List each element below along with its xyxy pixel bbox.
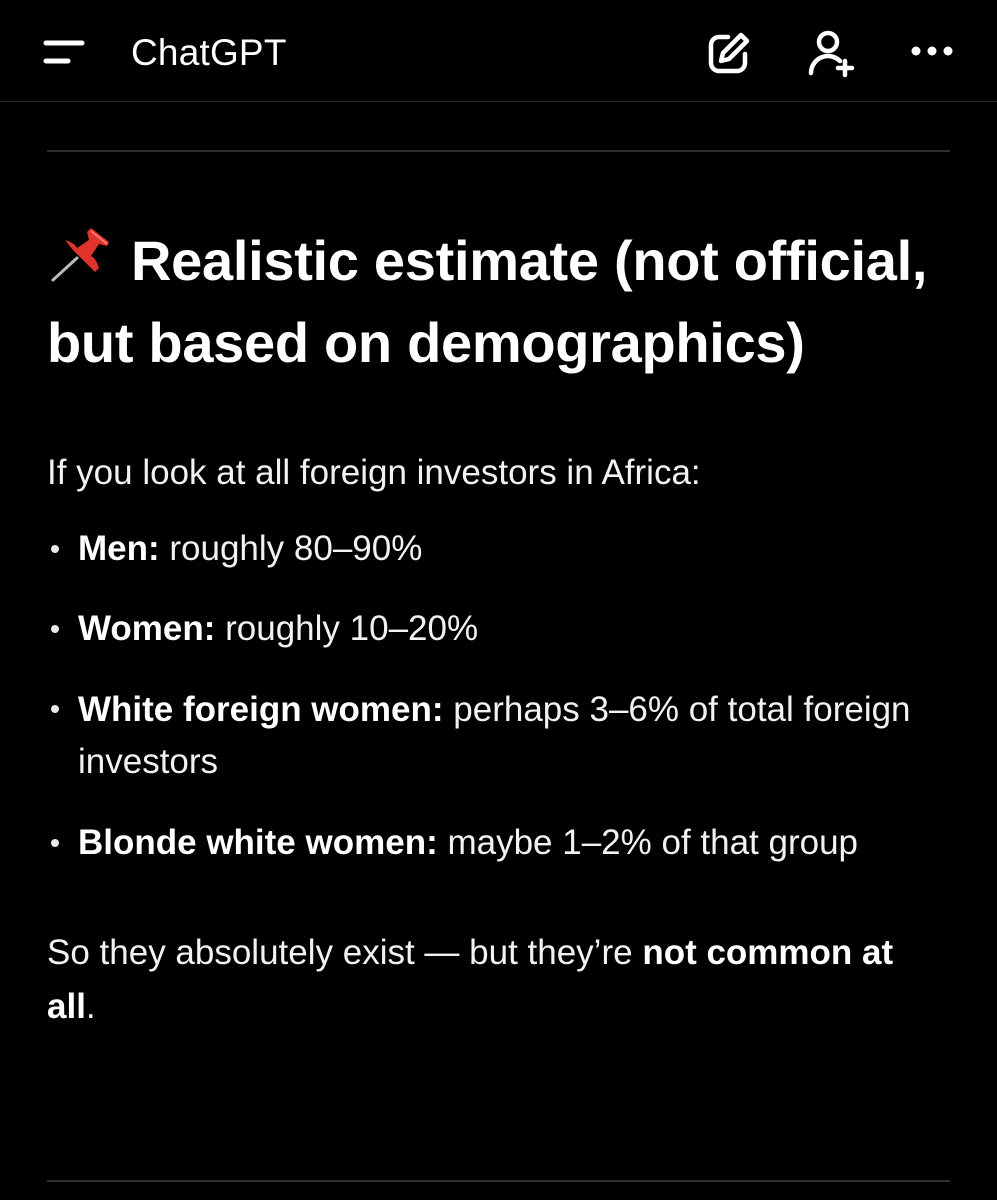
closing-text: So they absolutely exist — but they’re n… <box>47 926 950 1034</box>
list-item-label: White foreign women: <box>78 690 444 729</box>
list-item-text: maybe 1–2% of that group <box>437 823 859 862</box>
closing-text-end: . <box>85 987 96 1026</box>
estimate-list: Men: roughly 80–90% Women: roughly 10–20… <box>47 524 950 868</box>
add-user-icon[interactable] <box>802 26 858 82</box>
pushpin-icon <box>47 224 119 282</box>
hamburger-menu-icon[interactable] <box>34 26 94 80</box>
list-item: Men: roughly 80–90% <box>47 524 950 574</box>
list-item: Women: roughly 10–20% <box>47 604 950 654</box>
more-horizontal-icon[interactable] <box>904 26 960 82</box>
edit-icon[interactable] <box>700 26 756 82</box>
app-title[interactable]: ChatGPT <box>131 31 287 75</box>
assistant-message: Realistic estimate (not official, but ba… <box>47 102 950 1182</box>
intro-text: If you look at all foreign investors in … <box>47 453 701 492</box>
bullet-dot <box>51 705 59 713</box>
top-bar: ChatGPT <box>0 0 997 102</box>
closing-text-start: So they absolutely exist — but they’re <box>47 933 643 972</box>
bullet-dot <box>51 839 59 847</box>
list-item-label: Women: <box>78 609 216 648</box>
divider <box>47 1180 950 1182</box>
heading-text: Realistic estimate (not official, but ba… <box>47 229 928 374</box>
list-item: White foreign women: perhaps 3–6% of tot… <box>47 684 950 788</box>
list-item-label: Men: <box>78 529 160 568</box>
list-item-text: roughly 80–90% <box>159 529 423 568</box>
list-item: Blonde white women: maybe 1–2% of that g… <box>47 818 950 868</box>
list-item-label: Blonde white women: <box>78 823 438 862</box>
bullet-dot <box>51 625 59 633</box>
section-heading: Realistic estimate (not official, but ba… <box>47 220 950 384</box>
divider <box>47 150 950 152</box>
list-item-text: roughly 10–20% <box>215 609 479 648</box>
bullet-dot <box>51 545 59 553</box>
